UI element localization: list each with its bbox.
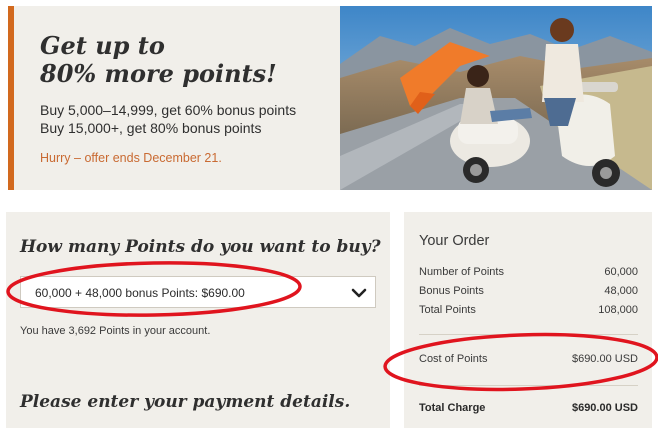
order-title: Your Order <box>419 233 490 249</box>
order-row-cost-of-points: Cost of Points $690.00 USD <box>419 353 638 365</box>
order-divider <box>419 385 638 386</box>
order-summary-card: Your Order Number of Points 60,000 Bonus… <box>404 212 652 428</box>
order-row-value: 48,000 <box>604 285 638 297</box>
promo-deadline: Hurry – offer ends December 21. <box>40 151 222 165</box>
points-balance-text: You have 3,692 Points in your account. <box>20 325 211 337</box>
payment-details-heading: Please enter your payment details. <box>20 392 351 412</box>
promo-offer-line-1: Buy 5,000–14,999, get 60% bonus points <box>40 102 297 118</box>
order-row-value: $690.00 USD <box>571 353 638 365</box>
order-row-total-points: Total Points 108,000 <box>419 304 638 316</box>
order-row-total-charge: Total Charge $690.00 USD <box>419 402 638 414</box>
order-row-value: 108,000 <box>598 304 638 316</box>
order-total-value: $690.00 USD <box>571 402 638 414</box>
order-row-label: Bonus Points <box>419 285 484 297</box>
order-row-bonus-points: Bonus Points 48,000 <box>419 285 638 297</box>
order-divider <box>419 334 638 335</box>
order-row-number-of-points: Number of Points 60,000 <box>419 266 638 278</box>
promo-headline-line1: Get up to <box>40 31 165 60</box>
points-package-selected-value: 60,000 + 48,000 bonus Points: $690.00 <box>35 286 245 300</box>
order-row-label: Cost of Points <box>419 353 488 365</box>
chevron-down-icon[interactable] <box>351 286 367 300</box>
order-total-label: Total Charge <box>419 402 486 414</box>
order-row-label: Total Points <box>419 304 476 316</box>
points-purchase-card: How many Points do you want to buy? 60,0… <box>6 212 390 428</box>
promo-offer-line-2: Buy 15,000+, get 80% bonus points <box>40 120 262 136</box>
promo-headline-line2: 80% more points! <box>40 59 277 88</box>
order-row-value: 60,000 <box>604 266 638 278</box>
promo-banner: Get up to 80% more points! Buy 5,000–14,… <box>8 6 652 190</box>
promo-photo <box>340 6 652 190</box>
promo-accent-bar <box>8 6 14 190</box>
promo-headline: Get up to 80% more points! <box>40 32 340 88</box>
points-question-heading: How many Points do you want to buy? <box>20 237 381 257</box>
points-package-select[interactable]: 60,000 + 48,000 bonus Points: $690.00 <box>20 276 376 308</box>
order-row-label: Number of Points <box>419 266 504 278</box>
